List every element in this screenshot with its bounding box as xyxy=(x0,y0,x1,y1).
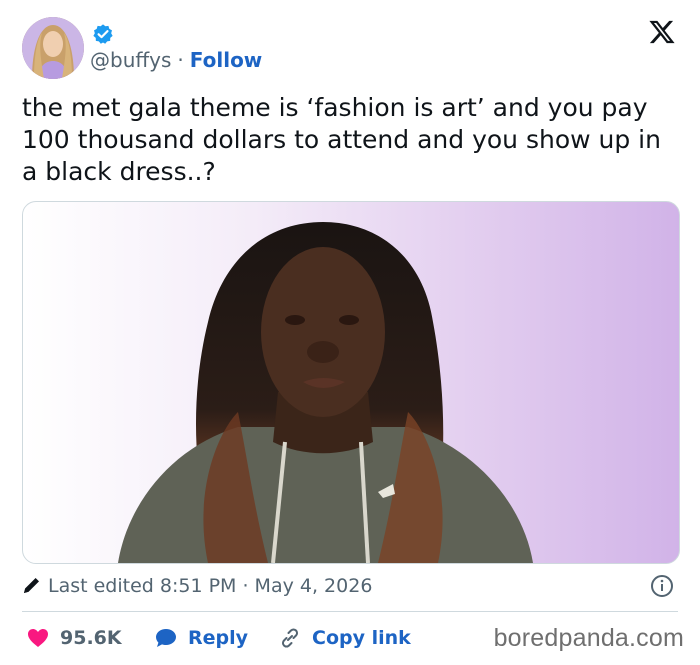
pencil-icon xyxy=(24,578,39,593)
heart-icon xyxy=(28,629,48,647)
edited-timestamp[interactable]: Last edited 8:51 PM · May 4, 2026 xyxy=(48,575,372,597)
copy-link-button[interactable]: Copy link xyxy=(278,622,411,654)
author-row: @buffys · Follow xyxy=(90,47,262,73)
follow-button[interactable]: Follow xyxy=(190,48,263,72)
link-icon xyxy=(281,628,299,648)
tweet-text: the met gala theme is ‘fashion is art’ a… xyxy=(22,93,661,186)
reply-label: Reply xyxy=(188,627,249,649)
divider xyxy=(22,611,678,612)
info-icon[interactable] xyxy=(650,574,674,598)
x-logo-icon[interactable] xyxy=(648,18,676,46)
like-count: 95.6K xyxy=(60,627,122,649)
speech-bubble-icon xyxy=(156,629,176,647)
avatar[interactable] xyxy=(22,17,84,79)
copy-link-label: Copy link xyxy=(312,627,411,649)
watermark: boredpanda.com xyxy=(493,624,684,652)
reply-button[interactable]: Reply xyxy=(154,622,248,654)
photo-person-illustration xyxy=(118,222,533,563)
tweet-card: @buffys · Follow the met gala theme is ‘fa… xyxy=(0,0,700,665)
author-handle[interactable]: @buffys xyxy=(90,48,171,72)
edited-meta-row: Last edited 8:51 PM · May 4, 2026 xyxy=(22,572,678,600)
tweet-photo[interactable] xyxy=(22,201,680,564)
verified-badge-icon xyxy=(93,24,113,44)
separator-dot: · xyxy=(177,48,184,72)
like-button[interactable]: 95.6K xyxy=(26,622,122,654)
